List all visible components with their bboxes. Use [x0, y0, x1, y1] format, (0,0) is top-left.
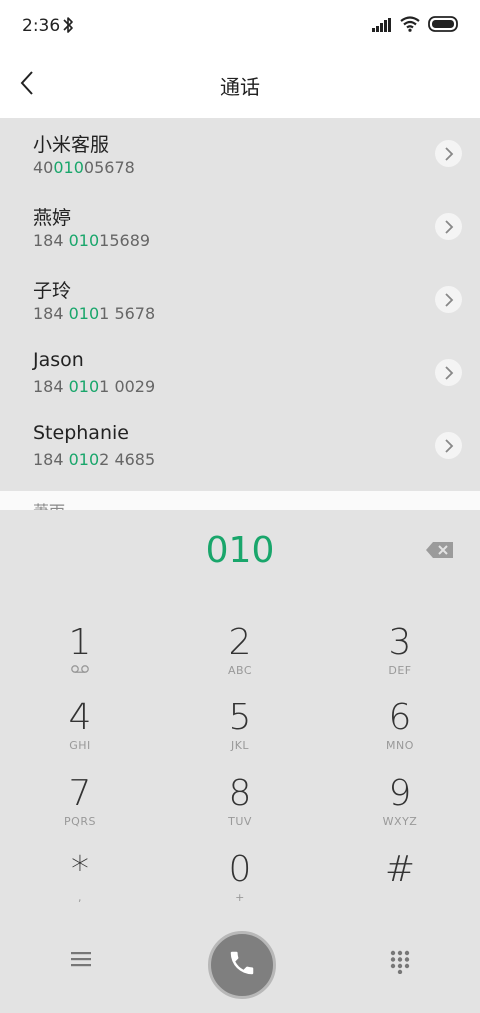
key-8[interactable]: 8 TUV: [180, 773, 300, 843]
backspace-icon[interactable]: [425, 540, 455, 564]
key-4[interactable]: 4 GHI: [20, 697, 140, 767]
key-3[interactable]: 3 DEF: [340, 622, 460, 692]
contact-row[interactable]: Jason 184 0101 0029: [0, 337, 480, 410]
contact-suggestions: 小米客服 4001005678 燕婷 184 01015689 子玲 184 0…: [0, 118, 480, 491]
contact-number: 184 01015689: [33, 231, 151, 250]
key-star[interactable]: * ,: [20, 849, 140, 919]
dialed-number: 010: [205, 530, 275, 571]
chevron-right-icon[interactable]: [435, 213, 462, 240]
contact-number: 4001005678: [33, 158, 135, 177]
call-icon: [227, 948, 257, 982]
chevron-right-icon[interactable]: [435, 286, 462, 313]
key-0[interactable]: 0 +: [180, 849, 300, 919]
status-bar: 2:36: [0, 0, 480, 52]
dial-pad: 010 1 2 ABC 3 DEF 4 GHI 5 JKL 6 MNO 7 PQ…: [0, 510, 480, 1013]
key-7[interactable]: 7 PQRS: [20, 773, 140, 843]
battery-icon: [428, 16, 460, 36]
chevron-right-icon[interactable]: [435, 359, 462, 386]
partial-contact-row[interactable]: 萧雨: [0, 491, 480, 511]
chevron-right-icon[interactable]: [435, 140, 462, 167]
contact-name: 子玲: [33, 280, 72, 302]
bluetooth-icon: [62, 15, 74, 39]
contact-name: 燕婷: [33, 207, 72, 229]
chevron-right-icon[interactable]: [435, 432, 462, 459]
contact-name: Jason: [33, 349, 84, 371]
contact-row[interactable]: Stephanie 184 0102 4685: [0, 410, 480, 483]
voicemail-icon: [20, 664, 140, 678]
app-header: 通话: [0, 52, 480, 116]
key-2[interactable]: 2 ABC: [180, 622, 300, 692]
contact-row[interactable]: 燕婷 184 01015689: [0, 191, 480, 264]
status-time: 2:36: [22, 16, 61, 36]
keypad-icon[interactable]: [389, 950, 411, 978]
key-hash[interactable]: #: [340, 849, 460, 919]
menu-icon[interactable]: [70, 950, 92, 972]
key-1[interactable]: 1: [20, 622, 140, 692]
contact-row[interactable]: 子玲 184 0101 5678: [0, 264, 480, 337]
contact-name: 小米客服: [33, 134, 110, 156]
contact-number: 184 0101 5678: [33, 304, 156, 323]
contact-name: Stephanie: [33, 422, 129, 444]
contact-number: 184 0102 4685: [33, 450, 156, 469]
key-6[interactable]: 6 MNO: [340, 697, 460, 767]
wifi-icon: [400, 16, 420, 36]
contact-number: 184 0101 0029: [33, 377, 156, 396]
call-button[interactable]: [208, 931, 276, 999]
signal-icon: [372, 17, 392, 36]
page-title: 通话: [220, 75, 260, 99]
contact-row[interactable]: 小米客服 4001005678: [0, 118, 480, 191]
key-9[interactable]: 9 WXYZ: [340, 773, 460, 843]
key-5[interactable]: 5 JKL: [180, 697, 300, 767]
